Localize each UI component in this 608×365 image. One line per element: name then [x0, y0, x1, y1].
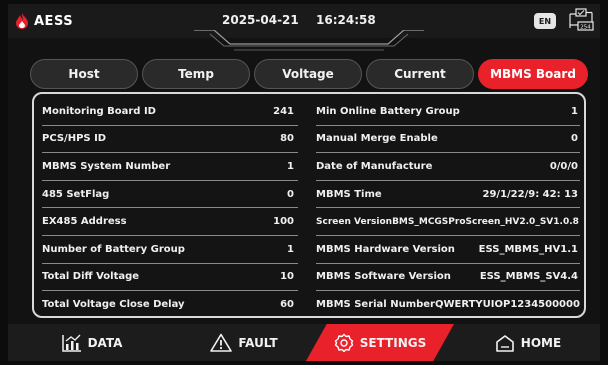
- row-value: 100: [273, 216, 294, 228]
- nav-home-button[interactable]: HOME: [468, 324, 588, 361]
- row-label: MBMS Software Version: [316, 271, 451, 283]
- info-row: Manual Merge Enable 0: [316, 126, 580, 154]
- gear-icon: [334, 333, 353, 352]
- row-label: Monitoring Board ID: [42, 105, 156, 117]
- tab-bar: Host Temp Voltage Current MBMS Board: [30, 59, 588, 89]
- row-value: 29/1/22/9: 42: 13: [482, 188, 579, 200]
- row-value: BMS_MCGSProScreen_HV2.0_SV1.0.8: [392, 216, 579, 227]
- nav-data-button[interactable]: DATA: [32, 324, 152, 361]
- network-status-icon[interactable]: 254: [566, 8, 594, 32]
- row-label: 485 SetFlag: [42, 188, 110, 200]
- row-label: MBMS Hardware Version: [316, 243, 455, 255]
- info-row: MBMS Software Version ESS_MBMS_SV4.4: [316, 264, 580, 292]
- mbms-info-panel: Monitoring Board ID 241 PCS/HPS ID 80 MBMS…: [32, 92, 586, 318]
- info-row: Min Online Battery Group 1: [316, 98, 580, 126]
- row-value: QWERTYUIOP1234500000: [435, 299, 580, 311]
- info-row: Date of Manufacture 0/0/0: [316, 153, 580, 181]
- tab-current[interactable]: Current: [366, 59, 474, 89]
- row-value: 0: [571, 133, 578, 145]
- row-value: ESS_MBMS_HV1.1: [478, 243, 578, 255]
- row-label: Date of Manufacture: [316, 160, 433, 172]
- row-label: PCS/HPS ID: [42, 133, 107, 145]
- right-column: Min Online Battery Group 1 Manual Merge E…: [316, 98, 580, 319]
- row-value: ESS_MBMS_SV4.4: [479, 271, 578, 283]
- row-label: Number of Battery Group: [42, 243, 185, 255]
- left-column: Monitoring Board ID 241 PCS/HPS ID 80 MBMS…: [42, 98, 298, 319]
- row-label: Screen Version: [316, 216, 393, 227]
- row-label: Manual Merge Enable: [316, 133, 438, 145]
- row-value: 1: [287, 243, 294, 255]
- row-value: 0: [287, 188, 294, 200]
- row-value: 1: [287, 160, 294, 172]
- flame-logo-icon: [16, 13, 28, 29]
- current-time: 16:24:58: [316, 13, 376, 27]
- info-row: MBMS Serial Number QWERTYUIOP1234500000: [316, 291, 580, 319]
- warning-icon: [210, 333, 233, 352]
- chart-icon: [61, 334, 81, 352]
- info-row: MBMS Time 29/1/22/9: 42: 13: [316, 181, 580, 209]
- row-value: 0/0/0: [549, 160, 578, 172]
- brand-logo: AESS: [14, 10, 73, 32]
- row-value: 1: [571, 105, 578, 117]
- screen: AESS 2025-04-21 16:24:58 EN 254 Host Tem…: [8, 4, 600, 361]
- nav-fault-label: FAULT: [238, 335, 278, 350]
- home-icon: [495, 334, 514, 352]
- logo-text: AESS: [34, 13, 74, 29]
- row-value: 241: [273, 105, 294, 117]
- info-row: EX485 Address 100: [42, 208, 298, 236]
- row-label: Total Voltage Close Delay: [42, 299, 185, 311]
- tab-voltage[interactable]: Voltage: [254, 59, 362, 89]
- row-label: MBMS System Number: [42, 160, 171, 172]
- row-label: EX485 Address: [42, 216, 127, 228]
- row-value: 80: [280, 133, 294, 145]
- current-date: 2025-04-21: [222, 13, 299, 27]
- nav-settings-label: SETTINGS: [359, 335, 427, 350]
- tab-host[interactable]: Host: [30, 59, 138, 89]
- nav-settings-button[interactable]: SETTINGS: [306, 324, 454, 361]
- info-row: Total Voltage Close Delay 60: [42, 291, 298, 319]
- nav-home-label: HOME: [520, 335, 562, 350]
- info-row: 485 SetFlag 0: [42, 181, 298, 209]
- info-row: MBMS Hardware Version ESS_MBMS_HV1.1: [316, 236, 580, 264]
- net-label: 254: [580, 25, 591, 31]
- row-label: MBMS Serial Number: [316, 299, 435, 311]
- row-label: MBMS Time: [316, 188, 382, 200]
- info-row: MBMS System Number 1: [42, 153, 298, 181]
- info-row: Screen Version BMS_MCGSProScreen_HV2.0_SV…: [316, 208, 580, 236]
- tab-mbms-board[interactable]: MBMS Board: [478, 59, 588, 89]
- row-label: Min Online Battery Group: [316, 105, 460, 117]
- row-label: Total Diff Voltage: [42, 271, 140, 283]
- bottom-nav: DATA FAULT SETTINGS HOME: [8, 324, 600, 361]
- language-button[interactable]: EN: [534, 13, 556, 29]
- info-row: PCS/HPS ID 80: [42, 126, 298, 154]
- tab-temp[interactable]: Temp: [142, 59, 250, 89]
- info-row: Total Diff Voltage 10: [42, 264, 298, 292]
- nav-fault-button[interactable]: FAULT: [184, 324, 304, 361]
- header-ornament: [194, 30, 424, 51]
- info-row: Number of Battery Group 1: [42, 236, 298, 264]
- row-value: 60: [280, 299, 294, 311]
- info-row: Monitoring Board ID 241: [42, 98, 298, 126]
- nav-data-label: DATA: [87, 335, 123, 350]
- row-value: 10: [280, 271, 294, 283]
